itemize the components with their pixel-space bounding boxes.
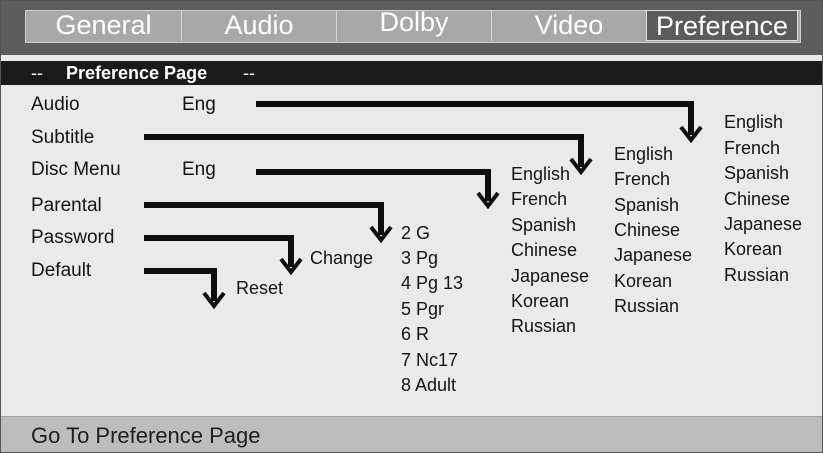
subtitle-language-option[interactable]: Korean: [614, 271, 672, 291]
disc-menu-language-option[interactable]: Chinese: [511, 240, 577, 260]
disc-menu-language-option[interactable]: Russian: [511, 316, 576, 336]
disc-menu-language-option[interactable]: English: [511, 164, 570, 184]
tab-general[interactable]: General: [26, 10, 181, 41]
default-reset-option[interactable]: Reset: [236, 278, 283, 298]
subtitle-language-option[interactable]: Chinese: [614, 220, 680, 240]
audio-language-option[interactable]: English: [724, 112, 783, 132]
menu-value-disc-menu: Eng: [182, 159, 216, 180]
disc-menu-language-option[interactable]: Japanese: [511, 266, 589, 286]
menu-item-audio[interactable]: Audio: [31, 95, 80, 115]
parental-option[interactable]: 7 Nc17: [401, 350, 458, 370]
subtitle-language-option[interactable]: Spanish: [614, 195, 679, 215]
tab-audio[interactable]: Audio: [181, 10, 336, 41]
parental-option[interactable]: 6 R: [401, 324, 429, 344]
disc-menu-language-option[interactable]: Spanish: [511, 215, 576, 235]
audio-language-option[interactable]: Spanish: [724, 163, 789, 183]
password-connector-arrow: [144, 235, 294, 267]
tab-preference[interactable]: Preference: [646, 10, 798, 41]
tab-video[interactable]: Video: [491, 10, 646, 41]
disc-menu-connector-arrow: [256, 169, 491, 201]
audio-language-option[interactable]: Chinese: [724, 189, 790, 209]
subtitle-language-option[interactable]: Russian: [614, 296, 679, 316]
page-title: Preference Page: [66, 63, 208, 83]
parental-option[interactable]: 2 G: [401, 223, 430, 243]
parental-option[interactable]: 4 Pg 13: [401, 273, 463, 293]
default-connector-arrow: [144, 268, 217, 301]
subtitle-language-option[interactable]: French: [614, 169, 670, 189]
parental-option[interactable]: 8 Adult: [401, 375, 456, 395]
menu-item-subtitle[interactable]: Subtitle: [31, 128, 94, 148]
subtitle-language-option[interactable]: English: [614, 144, 673, 164]
preference-setup-screen: General Audio Dolby Video Preference -- …: [0, 0, 823, 453]
page-header-bar: -- Preference Page --: [1, 61, 822, 85]
parental-option[interactable]: 5 Pgr: [401, 299, 444, 319]
audio-language-option[interactable]: French: [724, 138, 780, 158]
status-bar: Go To Preference Page: [1, 416, 822, 452]
tab-dolby[interactable]: Dolby: [336, 9, 491, 41]
audio-language-option[interactable]: Japanese: [724, 214, 802, 234]
header-prefix: --: [31, 63, 43, 83]
disc-menu-language-option[interactable]: Korean: [511, 291, 569, 311]
menu-item-disc-menu[interactable]: Disc Menu: [31, 160, 121, 180]
menu-value-audio: Eng: [182, 94, 216, 115]
subtitle-language-option[interactable]: Japanese: [614, 245, 692, 265]
menu-item-password[interactable]: Password: [31, 228, 114, 248]
audio-language-option[interactable]: Korean: [724, 239, 782, 259]
disc-menu-language-option[interactable]: French: [511, 189, 567, 209]
password-change-option[interactable]: Change: [310, 248, 373, 268]
preference-menu-area: Audio Eng Subtitle Disc Menu Eng Parenta…: [1, 85, 822, 415]
menu-item-default[interactable]: Default: [31, 261, 91, 281]
menu-item-parental[interactable]: Parental: [31, 196, 102, 216]
status-text: Go To Preference Page: [31, 423, 261, 448]
parental-option[interactable]: 3 Pg: [401, 248, 438, 268]
audio-connector-arrow: [256, 101, 694, 135]
audio-language-option[interactable]: Russian: [724, 265, 789, 285]
parental-connector-arrow: [144, 202, 384, 235]
tab-bar: General Audio Dolby Video Preference: [1, 1, 822, 55]
header-suffix: --: [243, 63, 255, 83]
